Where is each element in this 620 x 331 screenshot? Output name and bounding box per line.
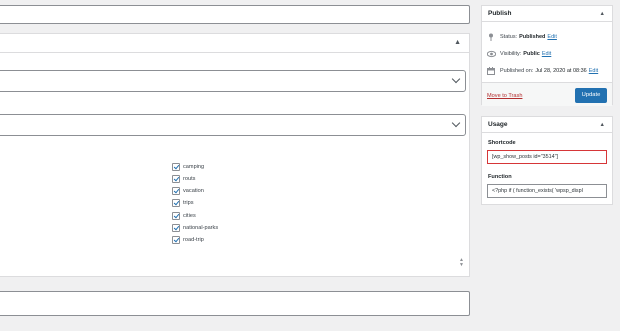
tag-label: vacation <box>183 187 204 194</box>
publish-title: Publish <box>488 10 512 17</box>
function-label: Function <box>488 174 512 180</box>
tag-checkbox-row[interactable]: national-parks <box>172 222 218 233</box>
tag-label: trips <box>183 199 194 206</box>
visibility-row: Visibility: Public Edit <box>486 49 551 58</box>
published-value: Jul 28, 2020 at 08:36 <box>535 67 587 74</box>
calendar-icon <box>487 66 495 75</box>
resize-scroll-icon[interactable]: ▲ ▼ <box>459 258 464 268</box>
tag-label: cities <box>183 212 196 219</box>
bottom-input-field[interactable] <box>0 291 470 316</box>
publish-box: Publish ▲ Status: Published Edit Visibil… <box>481 5 613 106</box>
tag-label: road-trip <box>183 236 204 243</box>
pin-icon <box>487 33 495 41</box>
chevron-down-icon <box>451 118 461 128</box>
checkbox-checked[interactable] <box>172 235 180 244</box>
shortcode-field[interactable]: [wp_show_posts id="3514"] <box>487 150 607 164</box>
tag-checkbox-row[interactable]: vacation <box>172 185 204 196</box>
function-field[interactable]: <?php if ( function_exists( 'wpsp_displ <box>487 184 607 198</box>
status-label: Status: <box>500 33 518 40</box>
published-label: Published on: <box>500 67 534 74</box>
collapse-triangle-icon[interactable]: ▲ <box>454 38 461 48</box>
status-value: Published <box>519 33 546 40</box>
collapse-triangle-icon[interactable]: ▲ <box>600 122 605 128</box>
eye-icon <box>486 50 497 58</box>
checkbox-checked[interactable] <box>172 223 180 232</box>
tag-label: national-parks <box>183 224 219 231</box>
visibility-label: Visibility: <box>500 50 522 57</box>
published-edit-link[interactable]: Edit <box>589 68 598 74</box>
visibility-edit-link[interactable]: Edit <box>542 51 551 57</box>
checkbox-checked[interactable] <box>172 186 180 195</box>
publish-box-header: Publish ▲ <box>482 6 612 22</box>
select-dropdown-1[interactable] <box>0 70 466 92</box>
tag-checkbox-row[interactable]: camping <box>172 161 204 172</box>
checkbox-checked[interactable] <box>172 211 180 220</box>
tag-checkbox-row[interactable]: cities <box>172 210 196 221</box>
post-settings-box: ▲ camping routs vacation trips cities na… <box>0 33 470 277</box>
title-input[interactable] <box>0 5 470 24</box>
usage-title: Usage <box>488 121 508 128</box>
select-dropdown-2[interactable] <box>0 114 466 136</box>
shortcode-label: Shortcode <box>488 140 516 146</box>
usage-box-header: Usage ▲ <box>482 117 612 133</box>
update-button[interactable]: Update <box>575 88 607 103</box>
tag-checkbox-row[interactable]: road-trip <box>172 234 204 245</box>
status-edit-link[interactable]: Edit <box>547 34 556 40</box>
tag-checkbox-row[interactable]: trips <box>172 197 194 208</box>
checkbox-checked[interactable] <box>172 198 180 207</box>
visibility-value: Public <box>523 50 540 57</box>
published-row: Published on: Jul 28, 2020 at 08:36 Edit <box>487 66 598 75</box>
tag-label: routs <box>183 175 196 182</box>
publish-actions: Move to Trash Update <box>482 82 612 106</box>
tag-checkbox-row[interactable]: routs <box>172 173 195 184</box>
status-row: Status: Published Edit <box>487 32 557 41</box>
collapse-triangle-icon[interactable]: ▲ <box>600 11 605 17</box>
move-to-trash-link[interactable]: Move to Trash <box>487 93 522 100</box>
post-settings-header: ▲ <box>0 34 469 53</box>
checkbox-checked[interactable] <box>172 162 180 171</box>
tag-label: camping <box>183 163 205 170</box>
checkbox-checked[interactable] <box>172 174 180 183</box>
usage-box: Usage ▲ Shortcode [wp_show_posts id="351… <box>481 116 613 205</box>
chevron-down-icon <box>451 74 461 84</box>
